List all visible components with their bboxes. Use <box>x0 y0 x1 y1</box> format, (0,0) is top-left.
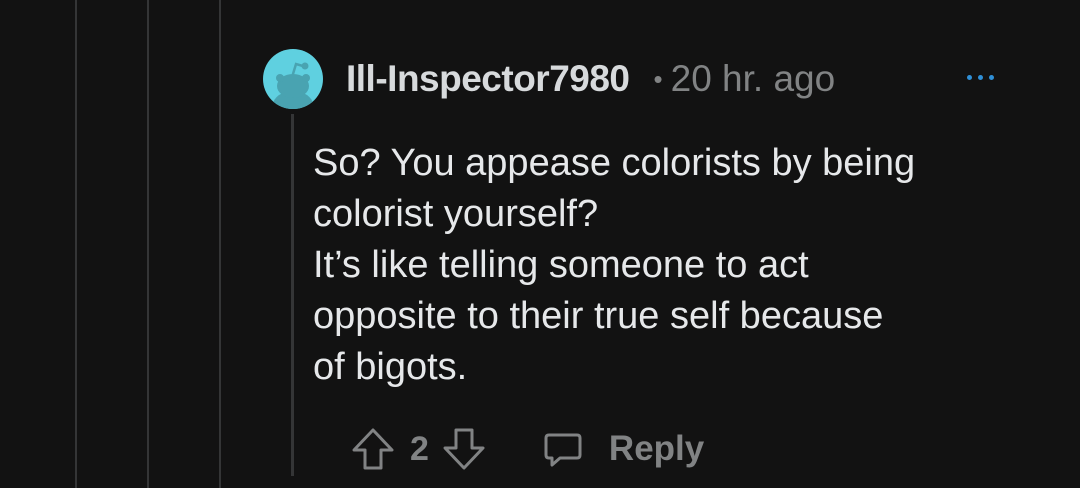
more-dot <box>988 74 994 80</box>
more-options-icon[interactable] <box>958 66 1002 88</box>
comment-body: So? You appease colorists by being color… <box>313 138 1033 393</box>
meta-separator: • <box>653 63 663 94</box>
comment-body-line: colorist yourself? <box>313 193 599 235</box>
comment-meta: Ill-Inspector7980 • 20 hr. ago <box>346 56 835 102</box>
vote-score: 2 <box>410 429 429 468</box>
downvote-arrow-icon <box>443 428 485 470</box>
comment-body-line: opposite to their true self because <box>313 295 884 337</box>
thread-line-2[interactable] <box>147 0 149 488</box>
speech-bubble-icon <box>544 433 582 467</box>
upvote-button[interactable] <box>350 426 396 472</box>
more-dot <box>977 74 983 80</box>
more-dot <box>966 74 972 80</box>
upvote-arrow-icon <box>352 428 394 470</box>
avatar[interactable] <box>263 49 323 109</box>
reddit-snoo-avatar-icon <box>273 62 313 109</box>
reply-label: Reply <box>608 429 705 468</box>
username[interactable]: Ill-Inspector7980 <box>346 58 630 100</box>
reply-button[interactable]: Reply <box>543 429 704 469</box>
thread-line-3[interactable] <box>219 0 221 488</box>
thread-line-1[interactable] <box>75 0 77 488</box>
comment-body-line: of bigots. <box>313 346 468 388</box>
downvote-button[interactable] <box>441 426 487 472</box>
comment-thread-rail[interactable] <box>291 114 294 476</box>
comment-body-line: So? You appease colorists by being <box>313 142 916 184</box>
comment-actions: 2 Reply <box>350 422 704 476</box>
comment-body-line: It’s like telling someone to act <box>313 244 809 286</box>
timestamp: 20 hr. ago <box>670 58 836 99</box>
